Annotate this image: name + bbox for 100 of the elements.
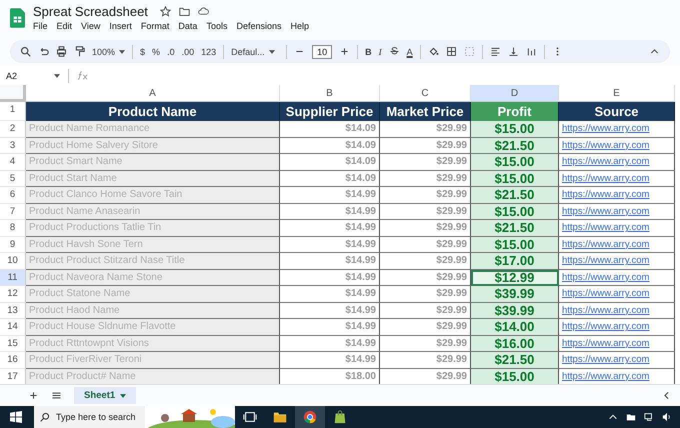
table-cell: $16.00 bbox=[471, 336, 559, 352]
sheets-logo-icon[interactable] bbox=[10, 8, 25, 28]
increase-decimal-button[interactable]: .00 bbox=[182, 46, 194, 57]
menu-item[interactable]: Help bbox=[290, 21, 309, 31]
bold-button[interactable]: B bbox=[365, 46, 372, 57]
row-number[interactable]: 16 bbox=[0, 352, 26, 369]
network-icon[interactable] bbox=[644, 412, 654, 422]
caret-icon bbox=[268, 50, 275, 54]
decrease-decimal-button[interactable]: .0 bbox=[167, 46, 175, 57]
menu-item[interactable]: Insert bbox=[109, 21, 132, 31]
document-title[interactable]: Spreat Screadsheet bbox=[33, 4, 148, 19]
browser-icon[interactable] bbox=[295, 406, 325, 428]
row-number[interactable]: 3 bbox=[0, 138, 26, 154]
row-number[interactable]: 12 bbox=[0, 286, 26, 303]
align-icon[interactable] bbox=[490, 46, 501, 58]
zoom-dropdown[interactable]: 100% bbox=[92, 46, 126, 57]
font-size-field[interactable]: 10 bbox=[312, 44, 332, 59]
row-number[interactable]: 9 bbox=[0, 236, 26, 254]
column-header[interactable]: D bbox=[471, 85, 559, 102]
table-cell: Product Naveora Name Stone bbox=[26, 270, 280, 286]
menu-item[interactable]: Format bbox=[140, 21, 170, 31]
menu-item[interactable]: Edit bbox=[56, 21, 72, 31]
undo-icon[interactable] bbox=[38, 46, 49, 58]
link[interactable]: https://www.arry.com bbox=[559, 236, 675, 254]
row-number[interactable]: 6 bbox=[0, 187, 26, 204]
table-cell: $14.99 bbox=[280, 220, 380, 237]
menu-item[interactable]: Tools bbox=[206, 21, 228, 31]
cloud-icon[interactable] bbox=[198, 6, 209, 17]
text-rotation-icon[interactable] bbox=[526, 46, 537, 58]
plus-icon[interactable] bbox=[339, 46, 350, 58]
link[interactable]: https://www.arry.com bbox=[559, 319, 675, 336]
percent-button[interactable]: % bbox=[152, 46, 160, 57]
column-header[interactable]: A bbox=[26, 85, 280, 102]
search-icon[interactable] bbox=[20, 46, 31, 58]
search-icon[interactable] bbox=[34, 406, 54, 428]
link[interactable]: https://www.arry.com bbox=[559, 187, 675, 204]
folder-icon[interactable] bbox=[626, 412, 636, 422]
link[interactable]: https://www.arry.com bbox=[559, 336, 675, 352]
folder-icon[interactable] bbox=[178, 6, 190, 17]
column-header[interactable]: E bbox=[559, 85, 675, 102]
menu-item[interactable]: Defensions bbox=[236, 21, 282, 31]
caret-icon[interactable] bbox=[54, 74, 60, 78]
table-cell: $21.50 bbox=[471, 187, 559, 204]
vertical-align-icon[interactable] bbox=[508, 46, 519, 58]
column-header[interactable]: B bbox=[280, 85, 380, 102]
row-number[interactable]: 13 bbox=[0, 302, 26, 320]
row-number[interactable]: 5 bbox=[0, 170, 26, 188]
row-number[interactable]: 4 bbox=[0, 154, 26, 171]
column-header[interactable]: C bbox=[380, 85, 471, 102]
row-number[interactable]: 2 bbox=[0, 121, 26, 138]
number-format-button[interactable]: 123 bbox=[201, 46, 216, 57]
merge-cells-icon[interactable] bbox=[464, 46, 475, 58]
table-cell: Product Product Stitzard Nase Title bbox=[26, 253, 280, 270]
windows-start-icon[interactable] bbox=[10, 411, 22, 424]
table-cell: $15.00 bbox=[471, 121, 559, 138]
text-color-button[interactable]: A bbox=[406, 46, 413, 57]
menu-icon[interactable] bbox=[51, 390, 62, 402]
italic-button[interactable]: I bbox=[378, 46, 382, 57]
sheet-tab[interactable]: Sheet1 bbox=[74, 387, 136, 404]
row-number[interactable]: 7 bbox=[0, 204, 26, 220]
star-icon[interactable] bbox=[160, 6, 171, 17]
link[interactable]: https://www.arry.com bbox=[559, 220, 675, 237]
fill-color-icon[interactable] bbox=[428, 46, 439, 58]
row-number[interactable]: 14 bbox=[0, 319, 26, 336]
link[interactable]: https://www.arry.com bbox=[559, 138, 675, 154]
row-number[interactable]: 1 bbox=[0, 102, 26, 122]
link[interactable]: https://www.arry.com bbox=[559, 270, 675, 286]
taskbar-search-field[interactable]: Type here to search bbox=[54, 406, 145, 428]
strikethrough-icon[interactable] bbox=[388, 46, 400, 58]
paint-format-icon[interactable] bbox=[74, 46, 85, 58]
row-number[interactable]: 10 bbox=[0, 253, 26, 270]
link[interactable]: https://www.arry.com bbox=[559, 352, 675, 369]
link[interactable]: https://www.arry.com bbox=[559, 286, 675, 303]
print-icon[interactable] bbox=[56, 46, 67, 58]
menu-item[interactable]: View bbox=[81, 21, 100, 31]
row-number[interactable]: 8 bbox=[0, 220, 26, 237]
table-cell: Product Productions Tatlie Tin bbox=[26, 220, 280, 237]
table-cell: $14.99 bbox=[280, 336, 380, 352]
currency-button[interactable]: $ bbox=[140, 46, 146, 57]
font-dropdown[interactable]: Defaul... bbox=[231, 46, 280, 57]
cell-reference[interactable]: A2 bbox=[6, 70, 46, 81]
link[interactable]: https://www.arry.com bbox=[559, 170, 675, 188]
volume-icon[interactable] bbox=[662, 412, 672, 422]
menu-item[interactable]: File bbox=[33, 21, 48, 31]
table-cell: $21.50 bbox=[471, 220, 559, 237]
row-number[interactable]: 15 bbox=[0, 336, 26, 352]
link[interactable]: https://www.arry.com bbox=[559, 154, 675, 171]
borders-icon[interactable] bbox=[446, 46, 457, 58]
menu-item[interactable]: Data bbox=[178, 21, 198, 31]
link[interactable]: https://www.arry.com bbox=[559, 121, 675, 138]
table-cell: Product Clanco Home Savore Tain bbox=[26, 187, 280, 204]
link[interactable]: https://www.arry.com bbox=[559, 253, 675, 270]
table-cell: $21.50 bbox=[471, 352, 559, 369]
table-cell: $15.00 bbox=[471, 236, 559, 254]
link[interactable]: https://www.arry.com bbox=[559, 302, 675, 320]
row-number[interactable]: 11 bbox=[0, 270, 26, 286]
table-cell: $14.99 bbox=[280, 236, 380, 254]
table-cell: $14.00 bbox=[471, 319, 559, 336]
add-sheet-icon[interactable] bbox=[28, 390, 39, 402]
link[interactable]: https://www.arry.com bbox=[559, 204, 675, 220]
